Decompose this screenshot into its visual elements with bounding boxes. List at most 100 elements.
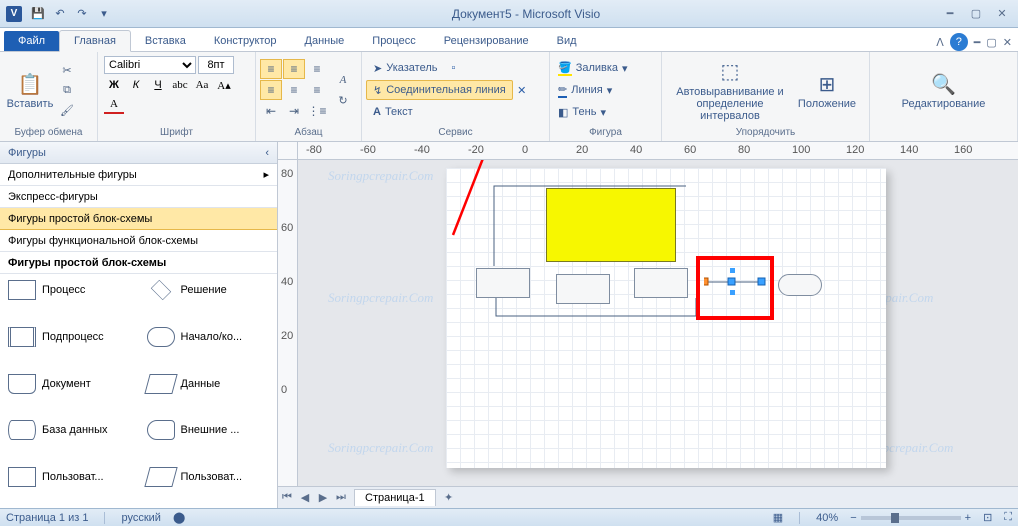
stencil-basic-flowchart[interactable]: Фигуры простой блок-схемы <box>0 208 277 230</box>
group-service-label: Сервис <box>366 126 545 139</box>
edit-label: Редактирование <box>902 98 986 110</box>
copy-button[interactable]: ⧉ <box>58 81 76 99</box>
stencil-express[interactable]: Экспресс-фигуры <box>0 186 277 208</box>
canvas-viewport[interactable]: Soringpcrepair.Com Soringpcrepair.Com So… <box>298 160 1018 486</box>
new-page-button[interactable]: ✦ <box>440 489 458 507</box>
small-rect-3[interactable] <box>634 268 688 298</box>
shape-database[interactable]: База данных <box>0 414 139 446</box>
line-icon: ✏ <box>558 83 567 98</box>
increase-indent[interactable]: ⇥ <box>283 101 305 121</box>
status-language[interactable]: русский <box>121 512 160 524</box>
shape-custom1[interactable]: Пользоват... <box>0 461 139 493</box>
page-prev-button[interactable]: ◀ <box>296 489 314 507</box>
active-connector[interactable] <box>704 268 774 298</box>
position-button[interactable]: ⊞ Положение <box>794 57 860 123</box>
text-tool[interactable]: AТекст <box>366 102 420 122</box>
shape-process[interactable]: Процесс <box>0 274 139 306</box>
shape-custom2[interactable]: Пользоват... <box>139 461 278 493</box>
drawing-page[interactable] <box>446 168 886 468</box>
position-icon: ⊞ <box>813 70 841 98</box>
italic-button[interactable]: К <box>126 76 146 94</box>
align-right[interactable]: ≡ <box>306 80 328 100</box>
strike-button[interactable]: abc <box>170 76 190 94</box>
stencil-functional-flowchart[interactable]: Фигуры функциональной блок-схемы <box>0 230 277 252</box>
format-painter-button[interactable]: 🖌 <box>58 101 76 119</box>
tab-home[interactable]: Главная <box>59 30 131 52</box>
pointer-more[interactable]: ▫ <box>445 58 463 78</box>
edit-button[interactable]: 🔍 Редактирование <box>896 57 992 123</box>
vertical-ruler: 806040200 <box>278 160 298 486</box>
align-left[interactable]: ≡ <box>260 80 282 100</box>
save-button[interactable]: 💾 <box>28 4 48 24</box>
fit-page-button[interactable]: ⊡ <box>983 511 992 524</box>
connector-x[interactable]: ✕ <box>513 80 531 100</box>
tab-review[interactable]: Рецензирование <box>430 31 543 51</box>
binoculars-icon: 🔍 <box>930 70 958 98</box>
align-center[interactable]: ≡ <box>283 80 305 100</box>
doc-close-icon[interactable]: ✕ <box>1003 36 1012 49</box>
line-button[interactable]: ✏Линия▾ <box>554 80 632 100</box>
rotate-text-button[interactable]: ↻ <box>334 91 352 109</box>
shape-document[interactable]: Документ <box>0 368 139 400</box>
small-rect-1[interactable] <box>476 268 530 298</box>
align-top-center[interactable]: ≡ <box>283 59 305 79</box>
auto-align-button[interactable]: ⬚ Автовыравнивание и определение интерва… <box>666 57 794 123</box>
shadow-button[interactable]: ◧Тень▾ <box>554 102 632 122</box>
qat-more-button[interactable]: ▾ <box>94 4 114 24</box>
tab-designer[interactable]: Конструктор <box>200 31 291 51</box>
font-color-button[interactable]: A <box>104 96 124 114</box>
page-last-button[interactable]: ⏭ <box>332 489 350 507</box>
doc-minimize-icon[interactable]: ━ <box>974 36 981 49</box>
panel-collapse-icon[interactable]: ‹ <box>265 147 269 159</box>
zoom-value[interactable]: 40% <box>816 512 838 524</box>
position-label: Положение <box>798 98 856 110</box>
maximize-button[interactable]: ▢ <box>964 5 988 23</box>
shape-data[interactable]: Данные <box>139 368 278 400</box>
terminator-shape[interactable] <box>778 274 822 296</box>
font-name-select[interactable]: Calibri <box>104 56 196 74</box>
redo-button[interactable]: ↷ <box>72 4 92 24</box>
cut-button[interactable]: ✂ <box>58 61 76 79</box>
file-tab[interactable]: Файл <box>4 31 59 51</box>
align-top-right[interactable]: ≡ <box>306 59 328 79</box>
minimize-button[interactable]: ━ <box>938 5 962 23</box>
bold-button[interactable]: Ж <box>104 76 124 94</box>
fill-button[interactable]: 🪣Заливка▾ <box>554 58 632 78</box>
page-tab-1[interactable]: Страница-1 <box>354 489 436 506</box>
shapes-header[interactable]: Фигуры‹ <box>0 142 277 164</box>
case-button[interactable]: Aa <box>192 76 212 94</box>
shape-decision[interactable]: Решение <box>139 274 278 306</box>
page-first-button[interactable]: ⏮ <box>278 489 296 507</box>
underline-button[interactable]: Ч <box>148 76 168 94</box>
connector-tool[interactable]: ↯Соединительная линия <box>366 80 513 100</box>
help-icon[interactable]: ? <box>950 33 968 51</box>
font-size-input[interactable] <box>198 56 234 74</box>
zoom-slider[interactable]: − + <box>850 512 971 524</box>
ribbon-minimize-icon[interactable]: ᐱ <box>936 36 944 49</box>
tab-process[interactable]: Процесс <box>358 31 429 51</box>
fullscreen-button[interactable]: ⛶ <box>1004 511 1012 524</box>
bullets-button[interactable]: ⋮≡ <box>306 101 328 121</box>
align-top-left[interactable]: ≡ <box>260 59 282 79</box>
tab-data[interactable]: Данные <box>291 31 359 51</box>
zoom-out-button[interactable]: − <box>850 512 856 524</box>
view-presentation-icon[interactable]: ▦ <box>773 511 783 524</box>
decrease-indent[interactable]: ⇤ <box>260 101 282 121</box>
tab-view[interactable]: Вид <box>543 31 591 51</box>
text-direction-button[interactable]: A <box>334 71 352 89</box>
zoom-in-button[interactable]: + <box>965 512 971 524</box>
tab-insert[interactable]: Вставка <box>131 31 200 51</box>
quick-access-toolbar: 💾 ↶ ↷ ▾ <box>28 4 114 24</box>
stencil-more[interactable]: Дополнительные фигуры▸ <box>0 164 277 186</box>
status-record-icon[interactable]: ⬤ <box>173 511 185 524</box>
shape-external[interactable]: Внешние ... <box>139 414 278 446</box>
undo-button[interactable]: ↶ <box>50 4 70 24</box>
close-button[interactable]: ✕ <box>990 5 1014 23</box>
page-next-button[interactable]: ▶ <box>314 489 332 507</box>
paste-button[interactable]: 📋 Вставить <box>4 57 56 123</box>
pointer-tool[interactable]: ➤Указатель <box>366 58 445 78</box>
shape-subprocess[interactable]: Подпроцесс <box>0 321 139 353</box>
shape-terminator[interactable]: Начало/ко... <box>139 321 278 353</box>
grow-font-button[interactable]: A▴ <box>214 76 234 94</box>
doc-restore-icon[interactable]: ▢ <box>986 36 996 49</box>
